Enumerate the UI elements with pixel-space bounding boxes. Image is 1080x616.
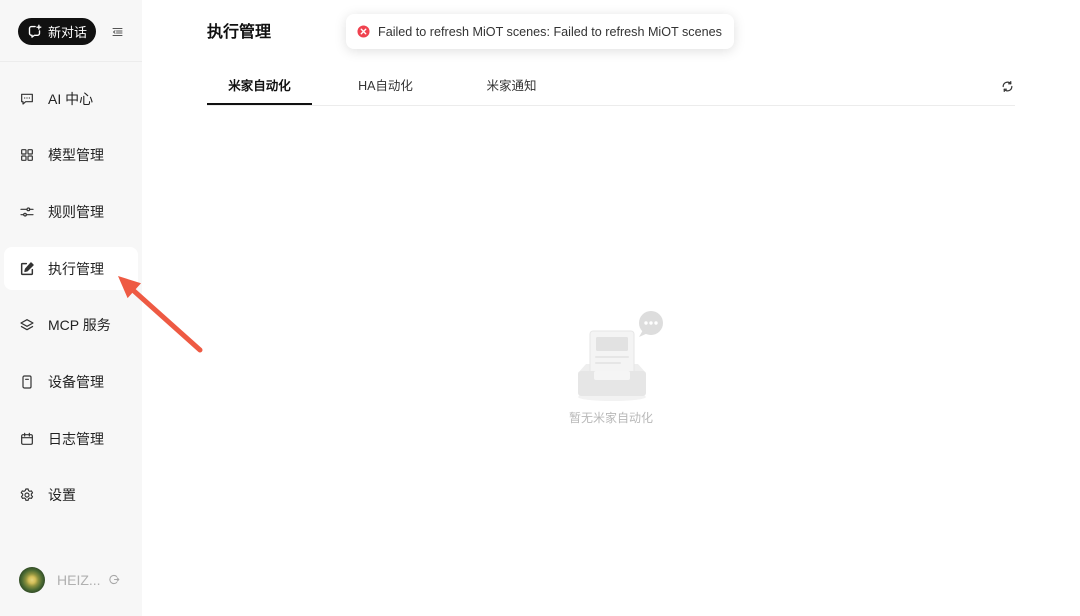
avatar [19, 567, 45, 593]
error-toast: Failed to refresh MiOT scenes: Failed to… [346, 14, 734, 49]
tab-mijia-notification[interactable]: 米家通知 [459, 70, 564, 105]
toast-message: Failed to refresh MiOT scenes: Failed to… [378, 24, 722, 39]
main-content: 执行管理 米家自动化 HA自动化 米家通知 暂无米家自动化 [142, 0, 1080, 616]
new-chat-button[interactable]: 新对话 [18, 18, 96, 45]
sidebar-item-label: 模型管理 [48, 147, 104, 164]
sidebar-divider [0, 61, 142, 62]
collapse-sidebar-icon[interactable] [111, 26, 124, 38]
sidebar-item-label: 设置 [48, 487, 76, 504]
device-icon [19, 374, 35, 390]
error-circle-icon [357, 25, 370, 38]
tab-bar: 米家自动化 HA自动化 米家通知 [207, 70, 1015, 106]
sidebar-item-label: MCP 服务 [48, 317, 111, 334]
sidebar-item-models[interactable]: 模型管理 [4, 134, 138, 177]
grid-icon [19, 147, 35, 163]
sidebar-item-rules[interactable]: 规则管理 [4, 190, 138, 233]
calendar-icon [19, 431, 35, 447]
tab-ha-automation[interactable]: HA自动化 [333, 70, 438, 105]
message-dots-icon [19, 91, 35, 107]
edit-square-icon [19, 261, 35, 277]
chat-plus-icon [27, 24, 42, 39]
page-title: 执行管理 [207, 24, 272, 41]
user-name: HEIZ... [57, 572, 101, 588]
sidebar-item-settings[interactable]: 设置 [4, 474, 138, 517]
sidebar-item-label: 日志管理 [48, 430, 104, 447]
layers-icon [19, 317, 35, 333]
sidebar-item-mcp[interactable]: MCP 服务 [4, 304, 138, 347]
sidebar-item-ai-center[interactable]: AI 中心 [4, 77, 138, 120]
sidebar-menu: AI 中心 模型管理 规则管理 执行管理 MCP 服务 设备管理 日志管理 设置 [4, 77, 138, 517]
gear-icon [19, 487, 35, 503]
sidebar-item-label: AI 中心 [48, 90, 94, 107]
sidebar-item-execution[interactable]: 执行管理 [4, 247, 138, 291]
sidebar: 新对话 AI 中心 模型管理 规则管理 执行管理 MCP 服务 设备管理 日志管… [0, 0, 142, 616]
refresh-icon[interactable] [1001, 80, 1014, 93]
sidebar-item-devices[interactable]: 设备管理 [4, 360, 138, 403]
empty-state-text: 暂无米家自动化 [568, 411, 653, 425]
tab-mijia-automation[interactable]: 米家自动化 [207, 70, 312, 105]
sidebar-item-label: 设备管理 [48, 373, 104, 390]
sidebar-item-label: 规则管理 [48, 203, 104, 220]
user-profile[interactable]: HEIZ... [19, 567, 105, 593]
empty-inbox-icon [578, 311, 663, 401]
logout-icon[interactable] [108, 573, 121, 586]
sliders-icon [19, 204, 35, 220]
sidebar-item-label: 执行管理 [48, 260, 104, 277]
sidebar-item-logs[interactable]: 日志管理 [4, 417, 138, 460]
new-chat-label: 新对话 [48, 25, 88, 40]
